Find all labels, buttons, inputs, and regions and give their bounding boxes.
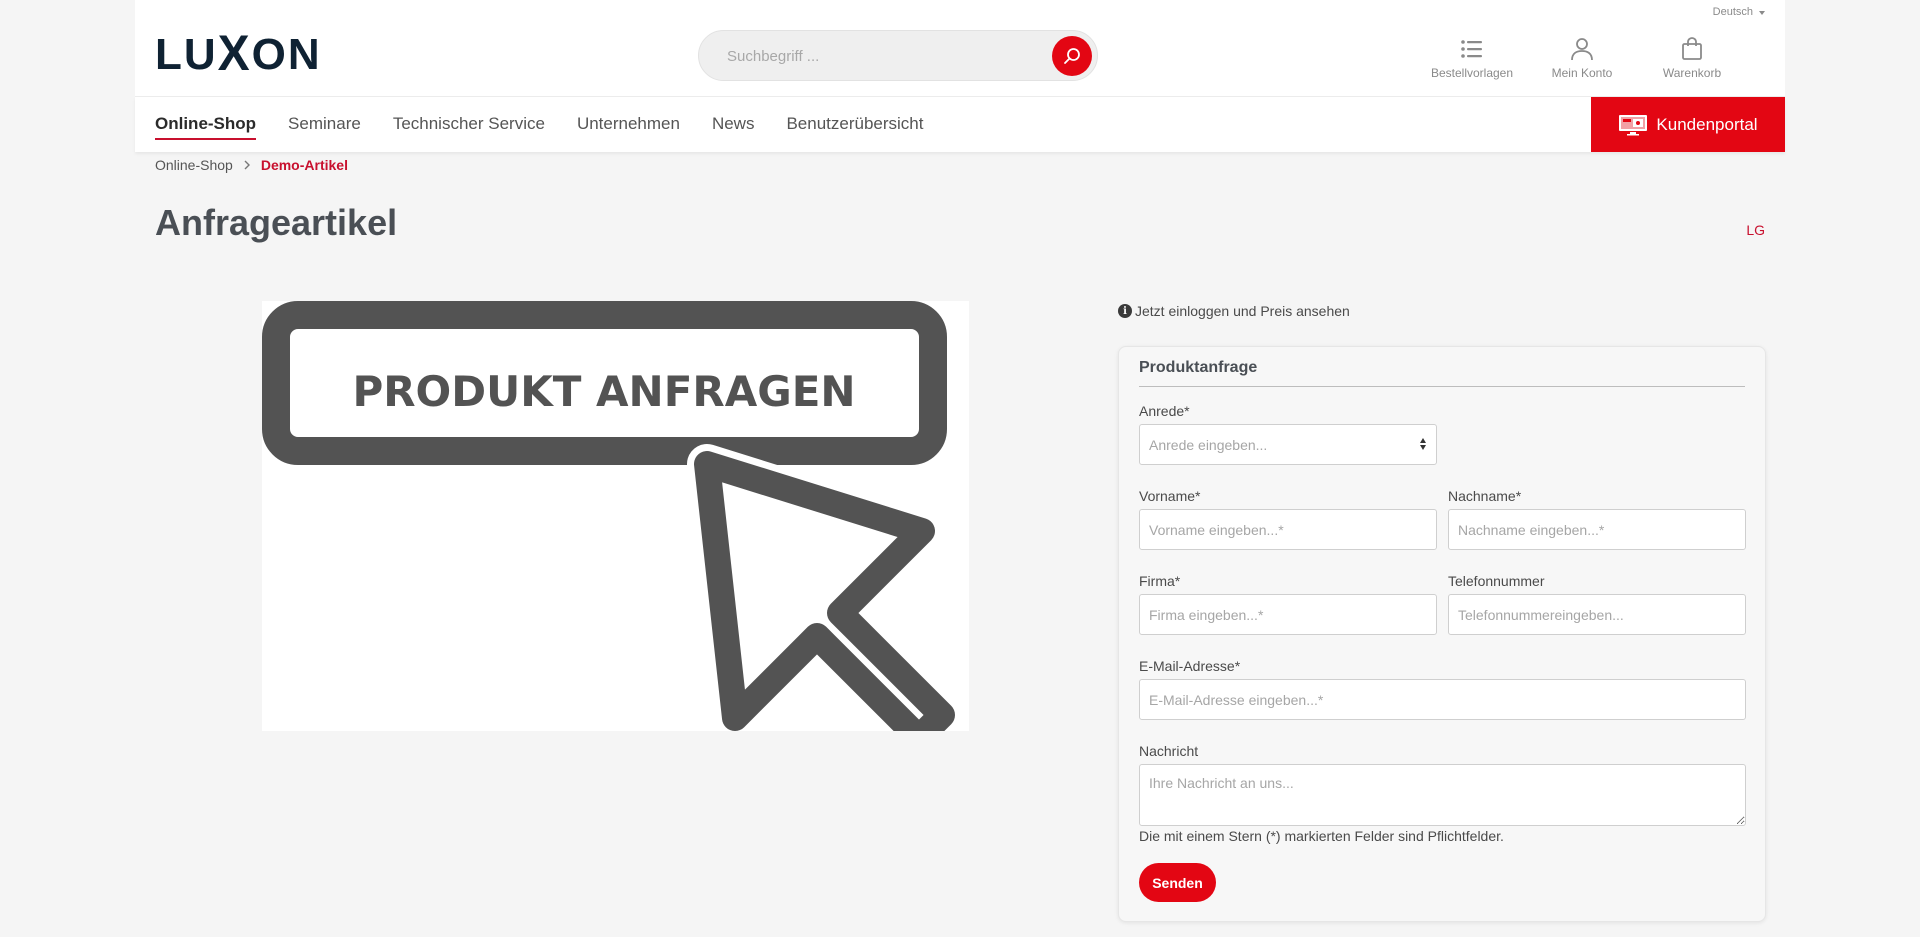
- customer-portal-button[interactable]: Kundenportal: [1591, 97, 1785, 152]
- phone-label: Telefonnummer: [1448, 573, 1545, 589]
- user-icon: [1571, 38, 1593, 61]
- last-name-label: Nachname*: [1448, 488, 1522, 504]
- page-title: Anfrageartikel: [155, 202, 398, 243]
- main-navigation: Online-Shop Seminare Technischer Service…: [135, 97, 1785, 152]
- login-hint[interactable]: i Jetzt einloggen und Preis ansehen: [1118, 303, 1350, 319]
- my-account-link[interactable]: Mein Konto: [1539, 36, 1625, 80]
- nav-item-seminare[interactable]: Seminare: [288, 114, 361, 140]
- search-input[interactable]: [727, 45, 1027, 67]
- product-request-form: Produktanfrage Anrede* Anrede eingeben..…: [1118, 346, 1766, 922]
- phone-field[interactable]: [1448, 594, 1746, 635]
- monitor-icon: [1619, 114, 1648, 135]
- info-icon: i: [1118, 304, 1132, 318]
- company-field[interactable]: [1139, 594, 1437, 635]
- header: Deutsch LUXON Bestellvorlag: [135, 0, 1785, 97]
- nav-item-news[interactable]: News: [712, 114, 755, 140]
- email-field[interactable]: [1139, 679, 1746, 720]
- order-templates-label: Bestellvorlagen: [1430, 66, 1514, 80]
- message-label: Nachricht: [1139, 743, 1199, 759]
- required-fields-note: Die mit einem Stern (*) markierten Felde…: [1139, 828, 1504, 844]
- chevron-down-icon: [1759, 10, 1765, 15]
- email-label: E-Mail-Adresse*: [1139, 658, 1241, 674]
- search-bar: [698, 30, 1098, 81]
- list-icon: [1461, 40, 1482, 58]
- form-divider: [1139, 386, 1745, 387]
- language-selector[interactable]: Deutsch: [1713, 6, 1765, 18]
- luxon-logo[interactable]: LUXON: [155, 25, 322, 82]
- request-product-illustration: PRODUKT ANFRAGEN: [262, 301, 962, 758]
- brand-link[interactable]: LG: [1746, 222, 1765, 238]
- search-icon: [1064, 48, 1080, 64]
- form-title: Produktanfrage: [1139, 359, 1258, 376]
- breadcrumb-item-online-shop[interactable]: Online-Shop: [155, 157, 233, 173]
- language-label: Deutsch: [1712, 6, 1753, 18]
- image-text: PRODUKT ANFRAGEN: [352, 367, 855, 416]
- first-name-field[interactable]: [1139, 509, 1437, 550]
- message-field[interactable]: [1139, 764, 1746, 826]
- login-hint-text: Jetzt einloggen und Preis ansehen: [1135, 303, 1350, 319]
- bag-icon: [1682, 37, 1702, 60]
- salutation-label: Anrede*: [1139, 403, 1190, 419]
- logo-text-right: ON: [251, 30, 322, 79]
- chevron-right-icon: [244, 160, 250, 170]
- submit-button[interactable]: Senden: [1139, 863, 1216, 902]
- nav-item-unternehmen[interactable]: Unternehmen: [577, 114, 680, 140]
- cart-label: Warenkorb: [1662, 66, 1722, 80]
- order-templates-link[interactable]: Bestellvorlagen: [1429, 36, 1515, 80]
- logo-text-x: X: [217, 25, 252, 82]
- header-actions: Bestellvorlagen Mein Konto Warenkorb: [1429, 36, 1735, 80]
- nav-item-benutzeruebersicht[interactable]: Benutzerübersicht: [786, 114, 923, 140]
- my-account-label: Mein Konto: [1551, 66, 1613, 80]
- last-name-field[interactable]: [1448, 509, 1746, 550]
- company-label: Firma*: [1139, 573, 1181, 589]
- breadcrumb: Online-Shop Demo-Artikel: [155, 157, 348, 173]
- salutation-placeholder: Anrede eingeben...: [1149, 436, 1268, 453]
- customer-portal-label: Kundenportal: [1656, 114, 1758, 134]
- select-arrows-icon: [1420, 438, 1426, 450]
- nav-item-technischer-service[interactable]: Technischer Service: [393, 114, 545, 140]
- product-image: PRODUKT ANFRAGEN: [262, 301, 969, 758]
- first-name-label: Vorname*: [1139, 488, 1201, 504]
- breadcrumb-item-demo-artikel[interactable]: Demo-Artikel: [261, 157, 348, 173]
- search-button[interactable]: [1052, 36, 1092, 76]
- salutation-select[interactable]: Anrede eingeben...: [1139, 424, 1437, 465]
- logo-text-left: LU: [155, 30, 218, 79]
- nav-item-online-shop[interactable]: Online-Shop: [155, 114, 257, 140]
- cart-link[interactable]: Warenkorb: [1649, 36, 1735, 80]
